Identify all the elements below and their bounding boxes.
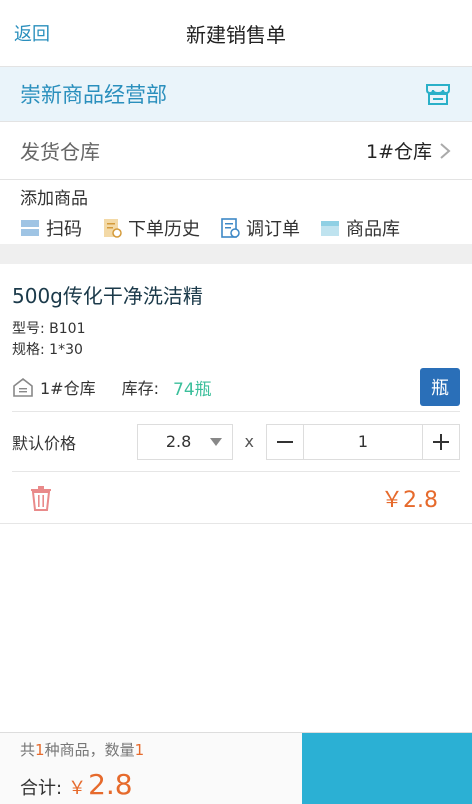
product-box-icon: [321, 221, 339, 236]
product-spec: 规格: 1*30: [12, 342, 83, 358]
chevron-right-icon: [440, 142, 451, 159]
store-icon[interactable]: [424, 80, 452, 108]
price-label: 默认价格: [12, 433, 77, 453]
stock-value: 74瓶: [173, 379, 212, 400]
plus-icon: [433, 433, 449, 450]
order-total: 合计: ￥ 2.8: [20, 768, 302, 801]
quantity-input[interactable]: 1: [303, 424, 423, 459]
multiply-sign: x: [244, 432, 254, 451]
order-summary: 共1种商品，数量1: [20, 739, 302, 760]
add-products-label: 添加商品: [20, 189, 88, 209]
submit-button[interactable]: [302, 733, 472, 804]
order-icon: [221, 218, 240, 238]
warehouse-value: 1#仓库: [365, 141, 432, 163]
order-history-label: 下单历史: [128, 219, 200, 240]
warehouse-icon: [13, 377, 33, 397]
summary-kinds: 1: [35, 741, 45, 759]
add-products-section: 添加商品 扫码 下单历史 调订单 商品库: [0, 180, 472, 244]
back-button[interactable]: 返回: [14, 20, 50, 46]
product-name: 500g传化干净洗洁精: [12, 284, 203, 308]
total-currency: ￥: [68, 778, 87, 799]
warehouse-label: 发货仓库: [20, 140, 100, 164]
scan-button[interactable]: 扫码: [20, 215, 82, 241]
order-history-button[interactable]: 下单历史: [102, 215, 200, 241]
price-value: 2.8: [165, 432, 192, 451]
total-amount: 2.8: [88, 768, 133, 801]
unit-button[interactable]: 瓶: [420, 368, 460, 406]
dropdown-arrow-icon: [209, 437, 222, 446]
order-item: 500g传化干净洗洁精 型号: B101 规格: 1*30 1#仓库 库存: 7…: [0, 264, 472, 524]
shop-name: 崇新商品经营部: [20, 83, 167, 107]
page-title: 新建销售单: [186, 22, 286, 47]
shop-row[interactable]: 崇新商品经营部: [0, 66, 472, 122]
scan-icon: [21, 220, 39, 236]
item-bottom-border: [0, 523, 472, 524]
total-label: 合计:: [20, 778, 63, 799]
summary-qty: 1: [134, 741, 145, 759]
summary-prefix: 共: [20, 741, 36, 759]
transfer-order-button[interactable]: 调订单: [220, 215, 300, 241]
nav-bar: 返回 新建销售单: [0, 0, 472, 66]
quantity-stepper: 1: [266, 423, 460, 460]
decrease-button[interactable]: [267, 425, 303, 459]
increase-button[interactable]: [423, 425, 459, 459]
item-warehouse: 1#仓库: [40, 379, 96, 398]
price-select[interactable]: 2.8: [136, 423, 233, 460]
stock-label: 库存:: [121, 379, 159, 398]
trash-icon[interactable]: [28, 484, 54, 512]
scan-label: 扫码: [46, 219, 82, 240]
product-model: 型号: B101: [12, 321, 86, 337]
warehouse-row[interactable]: 发货仓库 1#仓库: [0, 122, 472, 180]
minus-icon: [277, 440, 293, 443]
product-library-button[interactable]: 商品库: [320, 215, 400, 241]
history-icon: [104, 219, 122, 238]
transfer-order-label: 调订单: [246, 219, 300, 240]
product-library-label: 商品库: [346, 219, 400, 240]
bottom-bar: 共1种商品，数量1 合计: ￥ 2.8: [0, 732, 472, 804]
section-divider: [0, 244, 472, 264]
summary-mid: 种商品，数量: [44, 741, 135, 759]
item-subtotal: ￥2.8: [381, 487, 438, 513]
